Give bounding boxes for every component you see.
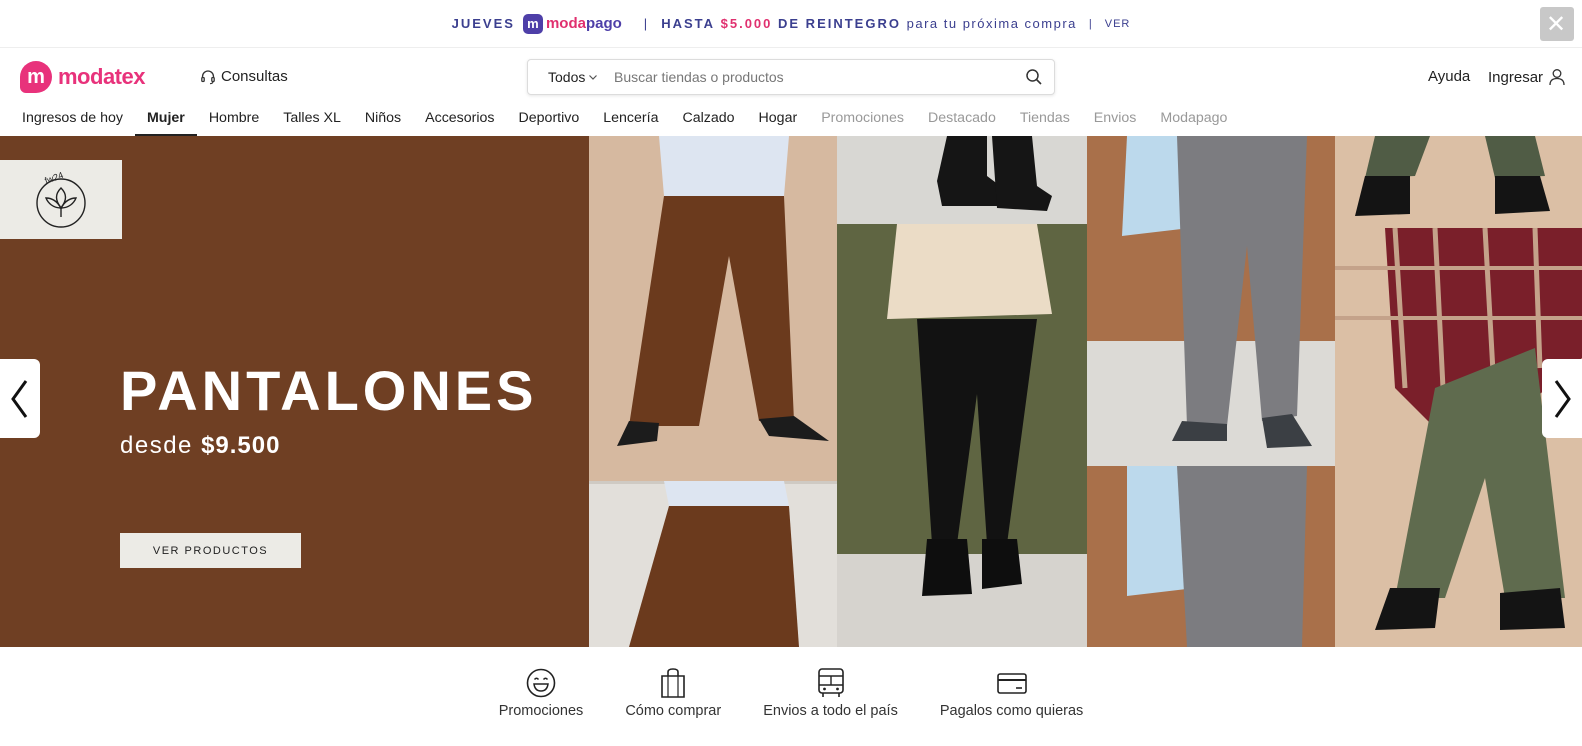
photo-boots-top: [837, 136, 1087, 224]
promo-link-separator: |: [1088, 17, 1093, 30]
hero-price: $9.500: [201, 432, 281, 459]
search-bar: Todos: [527, 59, 1055, 95]
hero-panel: fw24 PANTALONES desde $9.500 VER PRODUCT…: [0, 136, 589, 647]
nav-item-envios[interactable]: Envios: [1082, 106, 1149, 136]
hero-title: PANTALONES: [120, 359, 538, 422]
promo-offer-amount: $5.000: [720, 16, 773, 31]
shopping-bag-icon: [661, 668, 686, 698]
consultas-label: Consultas: [221, 68, 288, 85]
carousel-prev-button[interactable]: [0, 359, 40, 438]
chevron-right-icon: [1554, 379, 1571, 418]
search-category-label: Todos: [548, 69, 586, 85]
nav-item-niños[interactable]: Niños: [353, 106, 413, 136]
close-icon: ✕: [1545, 10, 1569, 38]
feature-envios[interactable]: Envios a todo el país: [763, 667, 898, 746]
logo-mark-icon: m: [20, 61, 52, 93]
smiley-icon: [526, 668, 556, 698]
promo-offer-prefix: HASTA: [661, 16, 715, 31]
nav-item-modapago[interactable]: Modapago: [1148, 106, 1239, 136]
search-icon: [1026, 69, 1042, 85]
nav-item-hogar[interactable]: Hogar: [747, 106, 810, 136]
nav-item-destacado[interactable]: Destacado: [916, 106, 1008, 136]
search-category-select[interactable]: Todos: [528, 69, 614, 85]
user-icon: [1549, 69, 1565, 86]
nav-item-tiendas[interactable]: Tiendas: [1008, 106, 1082, 136]
category-nav: Ingresos de hoy Mujer Hombre Talles XL Niños…: [10, 106, 1239, 136]
help-link[interactable]: Ayuda: [1428, 68, 1470, 85]
nav-item-deportivo[interactable]: Deportivo: [507, 106, 592, 136]
ver-productos-button[interactable]: VER PRODUCTOS: [120, 533, 301, 568]
headset-icon: [201, 69, 215, 84]
site-header: m modatex Consultas Todos Ayuda Ingresar: [0, 48, 1582, 106]
login-label: Ingresar: [1488, 68, 1544, 86]
photo-grey-pants: [1087, 136, 1335, 466]
bus-icon: [817, 668, 844, 697]
chevron-down-icon: [589, 75, 598, 80]
feature-promociones[interactable]: Promociones: [498, 667, 584, 746]
promo-banner[interactable]: JUEVES m modapago | HASTA $5.000 DE REIN…: [0, 0, 1582, 48]
nav-item-lencería[interactable]: Lencería: [591, 106, 670, 136]
feature-como-comprar[interactable]: Cómo comprar: [625, 667, 721, 746]
modapago-word-b: pago: [585, 15, 622, 32]
chevron-left-icon: [11, 379, 28, 418]
hero-carousel: fw24 PANTALONES desde $9.500 VER PRODUCT…: [0, 136, 1582, 647]
login-link[interactable]: Ingresar: [1488, 68, 1566, 86]
nav-item-mujer[interactable]: Mujer: [134, 106, 197, 136]
modatex-logo[interactable]: m modatex: [20, 61, 145, 93]
search-input[interactable]: [614, 69, 1014, 85]
consultas-link[interactable]: Consultas: [200, 68, 288, 85]
modapago-mark: m: [522, 13, 543, 34]
hero-subtitle: desde $9.500: [120, 432, 280, 460]
leaf-emblem-icon: fw24: [36, 170, 86, 228]
photo-boots-green: [1335, 136, 1582, 228]
promo-separator: |: [643, 16, 650, 31]
feature-label: Cómo comprar: [625, 703, 722, 719]
hero-photo-collage: [589, 136, 1582, 647]
nav-item-accesorios[interactable]: Accesorios: [413, 106, 506, 136]
feature-label: Promociones: [498, 703, 584, 719]
logo-text: modatex: [58, 64, 145, 89]
modapago-word-a: moda: [545, 15, 586, 32]
promo-day: JUEVES: [451, 16, 515, 31]
feature-label: Pagalos como quieras: [939, 703, 1084, 719]
photo-brown-pants: [589, 136, 837, 647]
photo-leather-pants: [837, 224, 1087, 647]
nav-item-talles-xl[interactable]: Talles XL: [271, 106, 353, 136]
modapago-logo: m modapago: [522, 13, 622, 34]
promo-ver-link[interactable]: VER: [1105, 18, 1131, 30]
promo-offer-tail: para tu próxima compra: [906, 16, 1077, 31]
fw24-badge: fw24: [0, 160, 122, 239]
nav-item-promociones[interactable]: Promociones: [809, 106, 916, 136]
hero-subtitle-prefix: desde: [120, 432, 193, 459]
close-banner-button[interactable]: ✕: [1540, 7, 1574, 41]
nav-item-calzado[interactable]: Calzado: [670, 106, 746, 136]
promo-offer-rest: DE REINTEGRO: [778, 16, 901, 31]
feature-pagos[interactable]: Pagalos como quieras: [940, 667, 1083, 746]
nav-item-ingresos-de-hoy[interactable]: Ingresos de hoy: [10, 106, 135, 136]
carousel-next-button[interactable]: [1542, 359, 1582, 438]
credit-card-icon: [996, 673, 1027, 694]
feature-label: Envios a todo el país: [763, 703, 898, 719]
photo-blue-shirt: [1087, 466, 1335, 647]
nav-item-hombre[interactable]: Hombre: [197, 106, 271, 136]
badge-text: fw24: [43, 170, 64, 186]
search-button[interactable]: [1014, 68, 1054, 86]
features-bar: Promociones Cómo comprar Envios a todo e…: [0, 647, 1582, 746]
